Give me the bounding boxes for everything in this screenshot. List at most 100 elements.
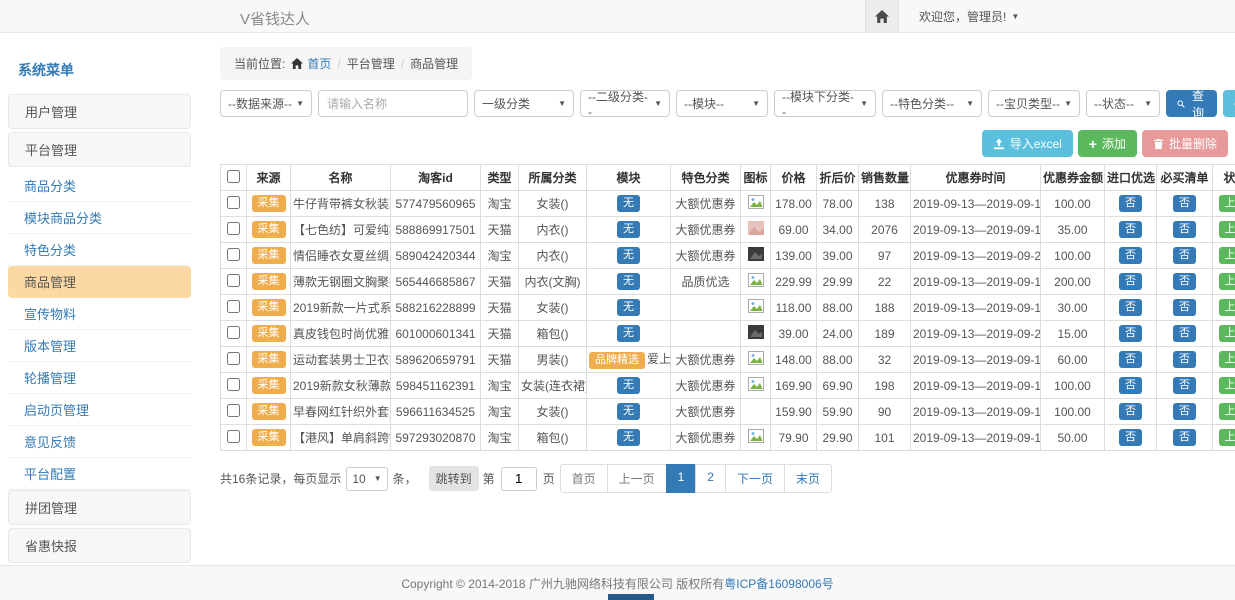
imported-toggle-badge[interactable]: 否	[1119, 325, 1142, 342]
discount-price-cell: 39.00	[817, 243, 859, 269]
must-buy-toggle-badge[interactable]: 否	[1173, 273, 1196, 290]
module-badge[interactable]: 品牌精选	[589, 352, 645, 369]
imported-toggle-badge[interactable]: 否	[1119, 195, 1142, 212]
item-type-select[interactable]: --宝贝类型--▼	[988, 90, 1080, 117]
status-badge[interactable]: 上架	[1219, 299, 1235, 316]
feature-category-select[interactable]: --特色分类--▼	[882, 90, 982, 117]
row-checkbox[interactable]	[227, 274, 240, 287]
imported-toggle-badge[interactable]: 否	[1119, 429, 1142, 446]
imported-toggle-badge[interactable]: 否	[1119, 377, 1142, 394]
module-badge[interactable]: 无	[617, 221, 640, 238]
name-input[interactable]	[318, 90, 468, 117]
must-buy-toggle-badge[interactable]: 否	[1173, 299, 1196, 316]
reset-button[interactable]: 重置	[1223, 90, 1235, 117]
sidebar-item-特色分类[interactable]: 特色分类	[8, 234, 191, 266]
status-badge[interactable]: 上架	[1219, 247, 1235, 264]
status-badge[interactable]: 上架	[1219, 403, 1235, 420]
data-source-select[interactable]: --数据来源--▼	[220, 90, 312, 117]
category-cell: 女装()	[519, 399, 587, 425]
status-badge[interactable]: 上架	[1219, 325, 1235, 342]
sidebar-item-商品管理[interactable]: 商品管理	[8, 266, 191, 298]
icp-link[interactable]: 粤ICP备16098006号	[724, 575, 833, 592]
sidebar-item-平台管理[interactable]: 平台管理	[8, 132, 191, 167]
jump-button[interactable]: 跳转到	[429, 466, 479, 491]
imported-toggle-badge[interactable]: 否	[1119, 299, 1142, 316]
status-badge[interactable]: 上架	[1219, 377, 1235, 394]
user-menu[interactable]: 欢迎您，管理员! ▼	[919, 8, 1019, 25]
row-checkbox[interactable]	[227, 430, 240, 443]
imported-toggle-badge[interactable]: 否	[1119, 247, 1142, 264]
sidebar-item-意见反馈[interactable]: 意见反馈	[8, 426, 191, 458]
must-buy-toggle-badge[interactable]: 否	[1173, 377, 1196, 394]
row-checkbox[interactable]	[227, 196, 240, 209]
import-excel-button[interactable]: 导入excel	[982, 130, 1073, 157]
row-checkbox[interactable]	[227, 404, 240, 417]
sidebar-item-平台配置[interactable]: 平台配置	[8, 458, 191, 490]
module-badge[interactable]: 无	[617, 325, 640, 342]
status-badge[interactable]: 上架	[1219, 221, 1235, 238]
must-buy-toggle-badge[interactable]: 否	[1173, 247, 1196, 264]
imported-toggle-badge[interactable]: 否	[1119, 403, 1142, 420]
module-badge[interactable]: 无	[617, 195, 640, 212]
imported-cell: 否	[1105, 217, 1157, 243]
page-number-input[interactable]	[501, 467, 537, 491]
sidebar-item-模块商品分类[interactable]: 模块商品分类	[8, 202, 191, 234]
module-badge[interactable]: 无	[617, 299, 640, 316]
search-button[interactable]: 查询	[1166, 90, 1217, 117]
discount-price-cell: 69.90	[817, 373, 859, 399]
sidebar-item-启动页管理[interactable]: 启动页管理	[8, 394, 191, 426]
page-button-末页[interactable]: 末页	[784, 464, 832, 493]
batch-delete-button[interactable]: 批量删除	[1142, 130, 1228, 157]
row-checkbox[interactable]	[227, 222, 240, 235]
module-sub-category-select[interactable]: --模块下分类--▼	[774, 90, 876, 117]
breadcrumb-home-link[interactable]: 首页	[291, 55, 331, 72]
sidebar-item-拼团管理[interactable]: 拼团管理	[8, 490, 191, 525]
imported-toggle-badge[interactable]: 否	[1119, 351, 1142, 368]
sidebar-item-用户管理[interactable]: 用户管理	[8, 94, 191, 129]
must-buy-toggle-badge[interactable]: 否	[1173, 429, 1196, 446]
module-badge[interactable]: 无	[617, 377, 640, 394]
row-checkbox[interactable]	[227, 378, 240, 391]
status-badge[interactable]: 上架	[1219, 195, 1235, 212]
sidebar-item-省惠快报[interactable]: 省惠快报	[8, 528, 191, 563]
page-size-select[interactable]: 10 ▼	[346, 467, 387, 491]
home-button[interactable]	[865, 0, 899, 32]
must-buy-toggle-badge[interactable]: 否	[1173, 351, 1196, 368]
page-button-上一页[interactable]: 上一页	[607, 464, 667, 493]
module-badge[interactable]: 无	[617, 429, 640, 446]
imported-cell: 否	[1105, 347, 1157, 373]
status-select[interactable]: --状态--▼	[1086, 90, 1160, 117]
sidebar-item-版本管理[interactable]: 版本管理	[8, 330, 191, 362]
select-all-checkbox[interactable]	[227, 170, 240, 183]
must-buy-toggle-badge[interactable]: 否	[1173, 221, 1196, 238]
sidebar-item-轮播管理[interactable]: 轮播管理	[8, 362, 191, 394]
coupon-amount-cell: 100.00	[1041, 373, 1105, 399]
must-buy-toggle-badge[interactable]: 否	[1173, 325, 1196, 342]
row-checkbox[interactable]	[227, 326, 240, 339]
add-button[interactable]: + 添加	[1078, 130, 1137, 157]
module-badge[interactable]: 无	[617, 247, 640, 264]
status-badge[interactable]: 上架	[1219, 273, 1235, 290]
status-badge[interactable]: 上架	[1219, 429, 1235, 446]
module-badge[interactable]: 无	[617, 273, 640, 290]
column-header	[221, 165, 247, 191]
status-badge[interactable]: 上架	[1219, 351, 1235, 368]
level1-category-select[interactable]: 一级分类▼	[474, 90, 574, 117]
page-button-2[interactable]: 2	[695, 464, 726, 493]
row-checkbox[interactable]	[227, 352, 240, 365]
page-button-首页[interactable]: 首页	[560, 464, 608, 493]
imported-toggle-badge[interactable]: 否	[1119, 221, 1142, 238]
sidebar-item-商品分类[interactable]: 商品分类	[8, 170, 191, 202]
imported-toggle-badge[interactable]: 否	[1119, 273, 1142, 290]
price-cell: 178.00	[771, 191, 817, 217]
must-buy-toggle-badge[interactable]: 否	[1173, 195, 1196, 212]
row-checkbox[interactable]	[227, 248, 240, 261]
sidebar-item-宣传物料[interactable]: 宣传物料	[8, 298, 191, 330]
level2-category-select[interactable]: --二级分类--▼	[580, 90, 670, 117]
module-select[interactable]: --模块--▼	[676, 90, 768, 117]
page-button-下一页[interactable]: 下一页	[725, 464, 785, 493]
row-checkbox[interactable]	[227, 300, 240, 313]
must-buy-toggle-badge[interactable]: 否	[1173, 403, 1196, 420]
module-badge[interactable]: 无	[617, 403, 640, 420]
page-button-1[interactable]: 1	[666, 464, 697, 493]
